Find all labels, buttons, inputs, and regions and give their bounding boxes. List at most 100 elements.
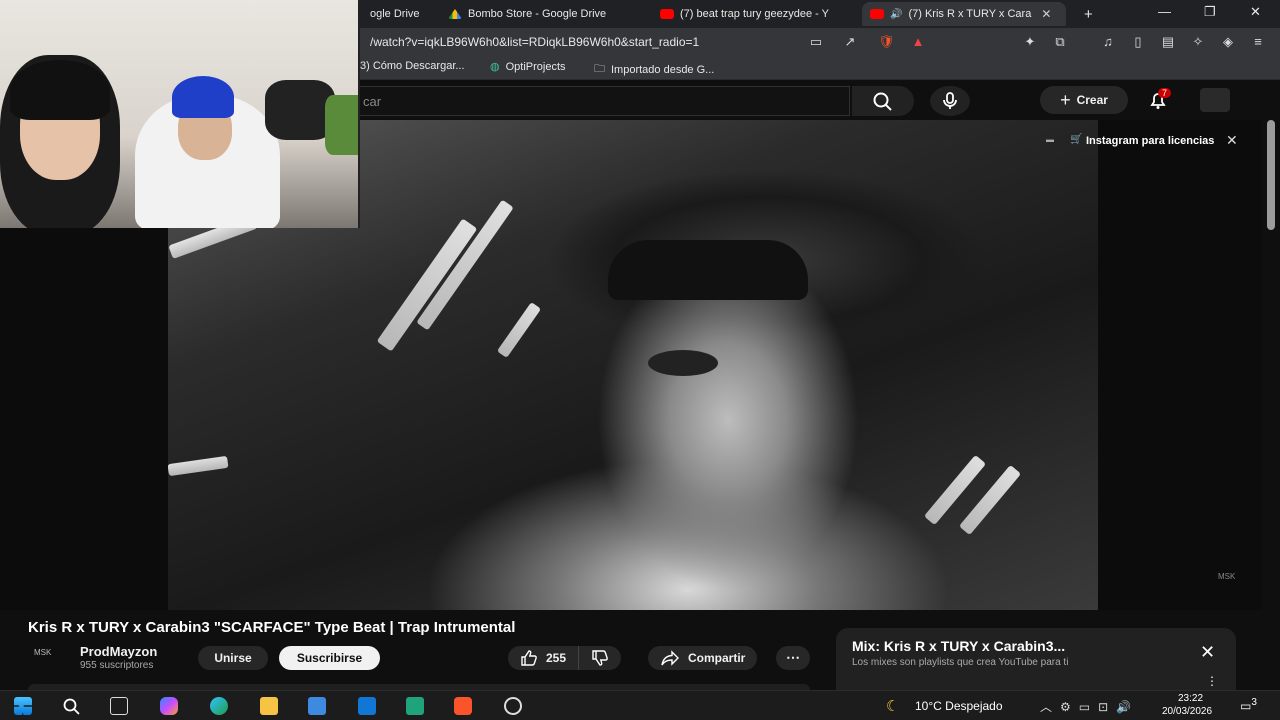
cast-icon[interactable]: ▭	[808, 34, 824, 50]
vpn-icon[interactable]: ◈	[1220, 34, 1236, 50]
optiprojects-icon: ◍	[490, 61, 500, 73]
light-streak	[376, 218, 478, 352]
voice-search-button[interactable]	[930, 86, 970, 116]
close-tab-icon[interactable]: ✕	[1041, 7, 1051, 21]
search-icon	[873, 92, 892, 111]
bookmark-label: Importado desde G...	[611, 63, 715, 76]
bookmark-folder-importado[interactable]: 🗀 Importado desde G...	[594, 60, 714, 79]
cart-icon: 🛒	[1070, 134, 1083, 145]
copilot-icon[interactable]	[160, 697, 178, 715]
search-input[interactable]: car	[300, 86, 850, 116]
moon-weather-icon: ☾	[886, 698, 900, 715]
microphone-icon	[943, 92, 957, 109]
page-scrollbar[interactable]	[1262, 120, 1280, 690]
mix-subtitle: Los mixes son playlists que crea YouTube…	[852, 657, 1069, 668]
clock-time[interactable]: 23:22	[1178, 693, 1203, 704]
video-title: Kris R x TURY x Carabin3 "SCARFACE" Type…	[28, 619, 516, 636]
like-button[interactable]: 255	[508, 646, 580, 670]
create-button[interactable]: + Crear	[1040, 86, 1128, 114]
tab-label: (7) Kris R x TURY x Cara	[908, 8, 1032, 20]
subscriber-count: 955 suscriptores	[80, 660, 154, 671]
mix-title[interactable]: Mix: Kris R x TURY x Carabin3...	[852, 638, 1065, 654]
webcam-overlay	[0, 0, 360, 228]
tab-google-drive[interactable]: ogle Drive	[362, 2, 440, 26]
thumbs-down-icon	[592, 650, 608, 666]
tab-label: (7) beat trap tury geezydee - Y	[680, 8, 829, 20]
bookmark-como-descargar[interactable]: 3) Cómo Descargar...	[360, 60, 465, 72]
restore-icon[interactable]: ❐	[1204, 4, 1216, 20]
folder-icon: 🗀	[594, 63, 605, 75]
bookmark-label: 3) Cómo Descargar...	[360, 60, 465, 72]
tab-kris-r-active[interactable]: 🔊 (7) Kris R x TURY x Cara ✕	[862, 2, 1066, 26]
beanie-shape	[10, 60, 110, 120]
like-count: 255	[546, 651, 567, 665]
outlook-icon[interactable]	[358, 697, 376, 715]
audio-playing-icon[interactable]: 🔊	[890, 9, 902, 20]
screenshot-icon[interactable]: ⧉	[1052, 34, 1068, 50]
subscribe-button[interactable]: Suscribirse	[279, 646, 380, 670]
bookmark-label: OptiProjects	[505, 60, 566, 73]
brave-browser-icon[interactable]	[454, 697, 472, 715]
youtube-icon	[660, 9, 674, 19]
tab-label: Bombo Store - Google Drive	[468, 8, 607, 20]
video-watermark: MSK	[1218, 572, 1236, 581]
mix-playlist-panel[interactable]: Mix: Kris R x TURY x Carabin3... Los mix…	[836, 628, 1236, 690]
clock-date[interactable]: 20/03/2026	[1162, 706, 1212, 717]
mouth-shape	[648, 350, 718, 376]
url-field[interactable]: /watch?v=iqkLB96W6h0&list=RDiqkLB96W6h0&…	[370, 35, 699, 49]
leo-ai-icon[interactable]: ✧	[1190, 34, 1206, 50]
share-page-icon[interactable]: ↗	[842, 34, 858, 50]
search-button[interactable]	[852, 86, 914, 116]
share-label: Compartir	[688, 651, 746, 665]
system-tray-icons[interactable]: ︿⚙▭⊡🔊	[1040, 698, 1139, 715]
new-tab-button[interactable]: +	[1076, 2, 1100, 26]
thumbs-up-icon	[521, 650, 537, 666]
media-controls-icon[interactable]: ♫	[1100, 34, 1116, 50]
cap-shape	[608, 240, 808, 300]
weather-status[interactable]: 10°C Despejado	[915, 699, 1003, 713]
light-streak	[168, 455, 229, 477]
taskbar-search-icon[interactable]	[62, 697, 80, 715]
background-plant	[325, 95, 358, 155]
windows-taskbar: ☾ 10°C Despejado ︿⚙▭⊡🔊 23:22 20/03/2026 …	[0, 690, 1280, 720]
tab-beat-trap-tury[interactable]: (7) beat trap tury geezydee - Y	[652, 2, 852, 26]
sidebar-icon[interactable]: ▯	[1130, 34, 1146, 50]
task-view-icon[interactable]	[110, 697, 128, 715]
share-arrow-icon	[661, 650, 679, 666]
close-window-icon[interactable]: ✕	[1250, 4, 1261, 20]
menu-icon[interactable]: ≡	[1250, 34, 1266, 50]
brave-rewards-icon[interactable]: ▲	[910, 34, 926, 50]
channel-avatar[interactable]: MSK	[34, 648, 60, 668]
youtube-icon	[870, 9, 884, 19]
extensions-icon[interactable]: ✦	[1022, 34, 1038, 50]
dislike-button[interactable]	[579, 646, 621, 670]
optiprojects-app-icon[interactable]	[406, 697, 424, 715]
plus-icon: +	[1060, 89, 1071, 110]
scrollbar-thumb[interactable]	[1267, 120, 1275, 230]
account-avatar[interactable]	[1200, 88, 1230, 112]
channel-name[interactable]: ProdMayzon	[80, 644, 157, 659]
mix-more-options-icon[interactable]: ⋮	[1206, 674, 1218, 688]
wallet-icon[interactable]: ▤	[1160, 34, 1176, 50]
file-explorer-icon[interactable]	[260, 697, 278, 715]
bookmark-optiprojects[interactable]: ◍ OptiProjects	[490, 60, 566, 74]
share-button[interactable]: Compartir	[648, 646, 758, 670]
close-mix-icon[interactable]: ✕	[1200, 642, 1215, 663]
tab-label: ogle Drive	[370, 8, 420, 20]
minimize-icon[interactable]: —	[1158, 4, 1171, 19]
microsoft-store-icon[interactable]	[308, 697, 326, 715]
like-dislike-group: 255	[508, 646, 622, 670]
blue-cap-shape	[172, 76, 234, 118]
notification-center-icon[interactable]: ▭3	[1240, 697, 1257, 713]
join-button[interactable]: Unirse	[198, 646, 268, 670]
license-overlay-label[interactable]: Instagram para licencias	[1086, 135, 1214, 147]
brave-shields-icon[interactable]: 🛡	[878, 34, 895, 50]
obs-studio-icon[interactable]	[504, 697, 522, 715]
more-actions-button[interactable]: ⋯	[776, 646, 810, 670]
windows-start-icon[interactable]	[14, 697, 32, 715]
google-drive-icon	[448, 9, 462, 19]
close-overlay-icon[interactable]: ✕	[1226, 132, 1238, 149]
tab-bombo-store[interactable]: Bombo Store - Google Drive	[440, 2, 644, 26]
edge-browser-icon[interactable]	[210, 697, 228, 715]
channel-watermark-icon: ▬	[1046, 135, 1054, 144]
